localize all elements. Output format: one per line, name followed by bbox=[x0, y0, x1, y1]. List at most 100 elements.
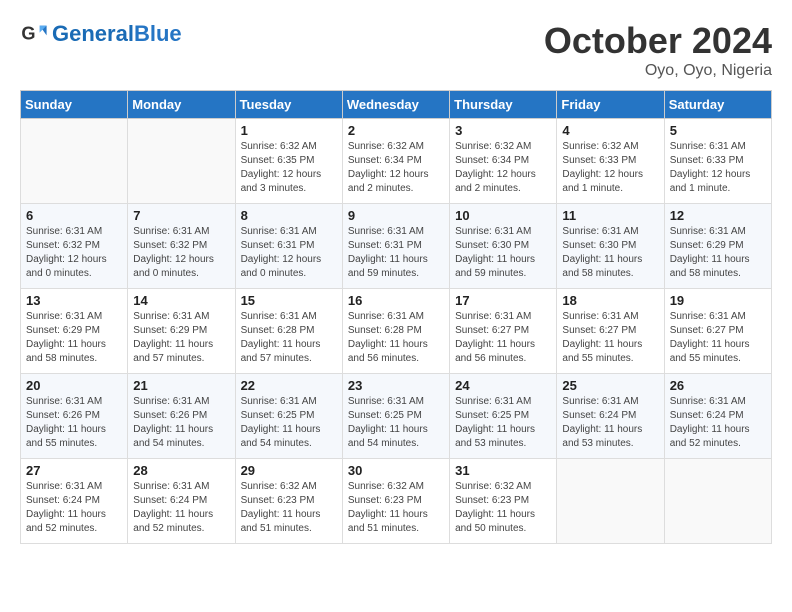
calendar-cell bbox=[128, 119, 235, 204]
calendar-cell: 21 Sunrise: 6:31 AM Sunset: 6:26 PM Dayli… bbox=[128, 374, 235, 459]
day-number: 15 bbox=[241, 293, 337, 308]
day-number: 22 bbox=[241, 378, 337, 393]
calendar-cell: 5Sunrise: 6:31 AM Sunset: 6:33 PM Daylig… bbox=[664, 119, 771, 204]
weekday-header-friday: Friday bbox=[557, 91, 664, 119]
calendar-cell: 12Sunrise: 6:31 AM Sunset: 6:29 PM Dayli… bbox=[664, 204, 771, 289]
day-info: Sunrise: 6:32 AM Sunset: 6:34 PM Dayligh… bbox=[348, 140, 444, 196]
day-number: 21 bbox=[133, 378, 229, 393]
day-info: Sunrise: 6:32 AM Sunset: 6:34 PM Dayligh… bbox=[455, 140, 551, 196]
day-number: 14 bbox=[133, 293, 229, 308]
calendar-cell: 20Sunrise: 6:31 AM Sunset: 6:26 PM Dayli… bbox=[21, 374, 128, 459]
day-number: 9 bbox=[348, 208, 444, 223]
day-number: 5 bbox=[670, 123, 766, 138]
day-info: Sunrise: 6:31 AM Sunset: 6:25 PM Dayligh… bbox=[455, 395, 551, 451]
day-info: Sunrise: 6:31 AM Sunset: 6:24 PM Dayligh… bbox=[562, 395, 658, 451]
calendar-cell: 31 Sunrise: 6:32 AM Sunset: 6:23 PM Dayli… bbox=[450, 459, 557, 544]
calendar-cell: 28 Sunrise: 6:31 AM Sunset: 6:24 PM Dayli… bbox=[128, 459, 235, 544]
weekday-header-wednesday: Wednesday bbox=[342, 91, 449, 119]
weekday-header-sunday: Sunday bbox=[21, 91, 128, 119]
calendar-table: SundayMondayTuesdayWednesdayThursdayFrid… bbox=[20, 90, 772, 544]
calendar-cell: 27 Sunrise: 6:31 AM Sunset: 6:24 PM Dayli… bbox=[21, 459, 128, 544]
logo-general: General bbox=[52, 21, 134, 46]
svg-text:G: G bbox=[21, 24, 35, 44]
calendar-cell: 25Sunrise: 6:31 AM Sunset: 6:24 PM Dayli… bbox=[557, 374, 664, 459]
day-number: 24 bbox=[455, 378, 551, 393]
week-row-3: 20Sunrise: 6:31 AM Sunset: 6:26 PM Dayli… bbox=[21, 374, 772, 459]
calendar-cell bbox=[664, 459, 771, 544]
day-info: Sunrise: 6:31 AM Sunset: 6:30 PM Dayligh… bbox=[455, 225, 551, 281]
day-info: Sunrise: 6:31 AM Sunset: 6:30 PM Dayligh… bbox=[562, 225, 658, 281]
title-block: October 2024 Oyo, Oyo, Nigeria bbox=[544, 20, 772, 80]
calendar-cell: 7 Sunrise: 6:31 AM Sunset: 6:32 PM Daylig… bbox=[128, 204, 235, 289]
day-number: 31 bbox=[455, 463, 551, 478]
day-number: 29 bbox=[241, 463, 337, 478]
day-number: 3 bbox=[455, 123, 551, 138]
calendar-cell: 19 Sunrise: 6:31 AM Sunset: 6:27 PM Dayli… bbox=[664, 289, 771, 374]
day-number: 10 bbox=[455, 208, 551, 223]
day-number: 26 bbox=[670, 378, 766, 393]
calendar-cell: 18 Sunrise: 6:31 AM Sunset: 6:27 PM Dayli… bbox=[557, 289, 664, 374]
day-number: 18 bbox=[562, 293, 658, 308]
day-number: 27 bbox=[26, 463, 122, 478]
day-number: 1 bbox=[241, 123, 337, 138]
logo: G GeneralBlue bbox=[20, 20, 182, 48]
calendar-cell: 29 Sunrise: 6:32 AM Sunset: 6:23 PM Dayli… bbox=[235, 459, 342, 544]
logo-icon: G bbox=[20, 20, 48, 48]
month-title: October 2024 bbox=[544, 20, 772, 62]
day-info: Sunrise: 6:31 AM Sunset: 6:29 PM Dayligh… bbox=[26, 310, 122, 366]
calendar-cell: 15Sunrise: 6:31 AM Sunset: 6:28 PM Dayli… bbox=[235, 289, 342, 374]
day-number: 11 bbox=[562, 208, 658, 223]
calendar-cell: 14 Sunrise: 6:31 AM Sunset: 6:29 PM Dayli… bbox=[128, 289, 235, 374]
day-info: Sunrise: 6:31 AM Sunset: 6:32 PM Dayligh… bbox=[133, 225, 229, 281]
calendar-cell: 22Sunrise: 6:31 AM Sunset: 6:25 PM Dayli… bbox=[235, 374, 342, 459]
day-number: 2 bbox=[348, 123, 444, 138]
day-number: 4 bbox=[562, 123, 658, 138]
day-info: Sunrise: 6:31 AM Sunset: 6:24 PM Dayligh… bbox=[670, 395, 766, 451]
calendar-cell: 11 Sunrise: 6:31 AM Sunset: 6:30 PM Dayli… bbox=[557, 204, 664, 289]
day-number: 28 bbox=[133, 463, 229, 478]
day-info: Sunrise: 6:31 AM Sunset: 6:28 PM Dayligh… bbox=[348, 310, 444, 366]
weekday-header-tuesday: Tuesday bbox=[235, 91, 342, 119]
calendar-cell: 16Sunrise: 6:31 AM Sunset: 6:28 PM Dayli… bbox=[342, 289, 449, 374]
weekday-header-saturday: Saturday bbox=[664, 91, 771, 119]
calendar-cell: 24 Sunrise: 6:31 AM Sunset: 6:25 PM Dayli… bbox=[450, 374, 557, 459]
day-number: 19 bbox=[670, 293, 766, 308]
day-number: 8 bbox=[241, 208, 337, 223]
logo-blue: Blue bbox=[134, 21, 182, 46]
calendar-cell: 2 Sunrise: 6:32 AM Sunset: 6:34 PM Daylig… bbox=[342, 119, 449, 204]
week-row-2: 13 Sunrise: 6:31 AM Sunset: 6:29 PM Dayli… bbox=[21, 289, 772, 374]
day-number: 23 bbox=[348, 378, 444, 393]
week-row-1: 6 Sunrise: 6:31 AM Sunset: 6:32 PM Daylig… bbox=[21, 204, 772, 289]
page-header: G GeneralBlue October 2024 Oyo, Oyo, Nig… bbox=[20, 20, 772, 80]
day-number: 6 bbox=[26, 208, 122, 223]
calendar-cell: 17Sunrise: 6:31 AM Sunset: 6:27 PM Dayli… bbox=[450, 289, 557, 374]
day-info: Sunrise: 6:31 AM Sunset: 6:26 PM Dayligh… bbox=[133, 395, 229, 451]
day-info: Sunrise: 6:31 AM Sunset: 6:25 PM Dayligh… bbox=[348, 395, 444, 451]
calendar-cell: 10 Sunrise: 6:31 AM Sunset: 6:30 PM Dayli… bbox=[450, 204, 557, 289]
weekday-header-monday: Monday bbox=[128, 91, 235, 119]
location-title: Oyo, Oyo, Nigeria bbox=[544, 62, 772, 80]
calendar-cell: 8Sunrise: 6:31 AM Sunset: 6:31 PM Daylig… bbox=[235, 204, 342, 289]
day-info: Sunrise: 6:32 AM Sunset: 6:23 PM Dayligh… bbox=[348, 480, 444, 536]
day-info: Sunrise: 6:32 AM Sunset: 6:23 PM Dayligh… bbox=[455, 480, 551, 536]
weekday-header-row: SundayMondayTuesdayWednesdayThursdayFrid… bbox=[21, 91, 772, 119]
day-info: Sunrise: 6:32 AM Sunset: 6:33 PM Dayligh… bbox=[562, 140, 658, 196]
day-info: Sunrise: 6:31 AM Sunset: 6:24 PM Dayligh… bbox=[133, 480, 229, 536]
calendar-cell: 4 Sunrise: 6:32 AM Sunset: 6:33 PM Daylig… bbox=[557, 119, 664, 204]
calendar-cell: 26 Sunrise: 6:31 AM Sunset: 6:24 PM Dayli… bbox=[664, 374, 771, 459]
day-info: Sunrise: 6:32 AM Sunset: 6:35 PM Dayligh… bbox=[241, 140, 337, 196]
day-info: Sunrise: 6:31 AM Sunset: 6:27 PM Dayligh… bbox=[670, 310, 766, 366]
calendar-cell: 23 Sunrise: 6:31 AM Sunset: 6:25 PM Dayli… bbox=[342, 374, 449, 459]
day-info: Sunrise: 6:31 AM Sunset: 6:32 PM Dayligh… bbox=[26, 225, 122, 281]
week-row-0: 1 Sunrise: 6:32 AM Sunset: 6:35 PM Daylig… bbox=[21, 119, 772, 204]
calendar-cell bbox=[21, 119, 128, 204]
day-number: 30 bbox=[348, 463, 444, 478]
day-number: 7 bbox=[133, 208, 229, 223]
day-info: Sunrise: 6:32 AM Sunset: 6:23 PM Dayligh… bbox=[241, 480, 337, 536]
day-info: Sunrise: 6:31 AM Sunset: 6:24 PM Dayligh… bbox=[26, 480, 122, 536]
day-info: Sunrise: 6:31 AM Sunset: 6:31 PM Dayligh… bbox=[348, 225, 444, 281]
day-info: Sunrise: 6:31 AM Sunset: 6:27 PM Dayligh… bbox=[562, 310, 658, 366]
day-info: Sunrise: 6:31 AM Sunset: 6:29 PM Dayligh… bbox=[133, 310, 229, 366]
calendar-cell: 1 Sunrise: 6:32 AM Sunset: 6:35 PM Daylig… bbox=[235, 119, 342, 204]
day-number: 13 bbox=[26, 293, 122, 308]
